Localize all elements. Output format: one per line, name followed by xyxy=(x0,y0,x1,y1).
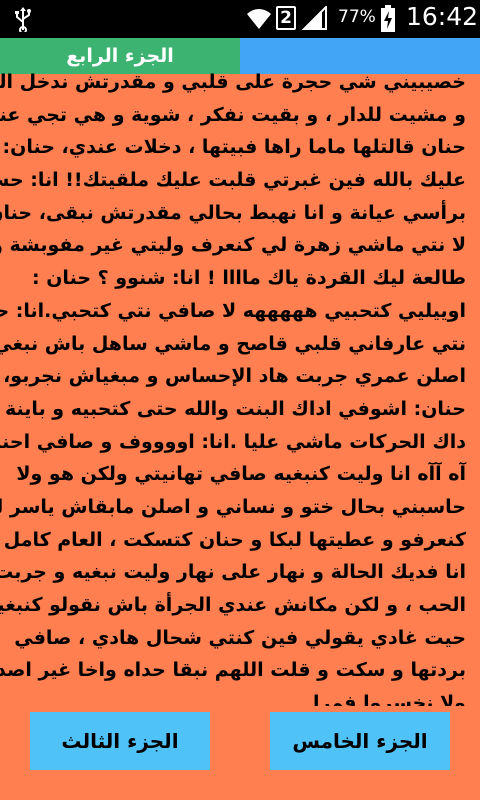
story-line: حيت غادي يقولي فين كنتي شحال هادي ، صافي xyxy=(14,626,466,649)
story-line: الحب ، و لكن مكانش عندي الجرأة باش نقولو… xyxy=(0,594,466,616)
story-line: برأسي عيانة و انا نهبط بحالي مقدرتش نبقى… xyxy=(0,201,466,224)
story-line: حنان: اشوفي اداك البنت والله حتى كتحبيه … xyxy=(0,397,466,420)
story-line: اصلن عمري جربت هاد الإحساس و مبغياش نجرب… xyxy=(3,365,466,388)
next-part-button[interactable]: الجزء الخامس xyxy=(270,712,450,770)
status-bar: 2 77% 16:42 xyxy=(0,0,480,38)
story-line: ولا نخسروا فمرا xyxy=(312,692,466,706)
wifi-icon xyxy=(246,6,272,30)
story-scroll-area[interactable]: خصيبيني شي حجرة على قلبي و مقدرتش ندخل ا… xyxy=(0,66,480,706)
story-line: لا نتي ماشي زهرة لي كنعرف وليتي غير مفوب… xyxy=(0,234,466,257)
clock: 16:42 xyxy=(406,2,479,31)
signal-icon xyxy=(301,4,328,30)
story-line: خصيبيني شي حجرة على قلبي و مقدرتش ندخل ا… xyxy=(0,71,466,93)
sim-icon: 2 xyxy=(276,6,296,30)
previous-part-button[interactable]: الجزء الثالث xyxy=(30,712,210,770)
story-line: حاسبني بحال ختو و نساني و اصلن مابقاش يا… xyxy=(0,495,466,518)
story-line: آه آآه انا وليت كنبغيه صافي تهانيتي ولكن… xyxy=(16,463,466,486)
story-text: خصيبيني شي حجرة على قلبي و مقدرتش ندخل ا… xyxy=(0,66,466,706)
story-line: كنعرفو و عطيتها لبكا و حنان كتسكت ، العا… xyxy=(0,528,466,551)
story-line: عليك بالله فين غبرتي قلبت عليك ملقيتك!! … xyxy=(0,169,466,192)
story-line: و مشيت للدار ، و بقيت نفكر ، شوية و هي ت… xyxy=(0,103,466,126)
story-line: انا فديك الحالة و نهار على نهار وليت نبغ… xyxy=(0,561,466,584)
story-line: داك الحركات ماشي عليا .انا: اووووف و صاف… xyxy=(0,430,466,453)
story-line: اوييليي كتحبيي هههههه لا صافي نتي كتحبي.… xyxy=(0,299,466,322)
story-line: بردتها و سكت و قلت اللهم نبقا حداه واخا … xyxy=(0,659,466,682)
story-line: حنان قالتلها ماما راها فبيتها ، دخلات عن… xyxy=(0,136,466,159)
battery-percent: 77% xyxy=(338,7,376,27)
battery-charging-icon xyxy=(380,5,396,33)
usb-icon xyxy=(12,6,34,34)
story-line: طالعة ليك القردة ياك ماااا ! انا: شنوو ؟… xyxy=(32,267,466,290)
story-line: نتي عارفاني قلبي قاصح و ماشي ساهل باش نب… xyxy=(0,332,466,355)
